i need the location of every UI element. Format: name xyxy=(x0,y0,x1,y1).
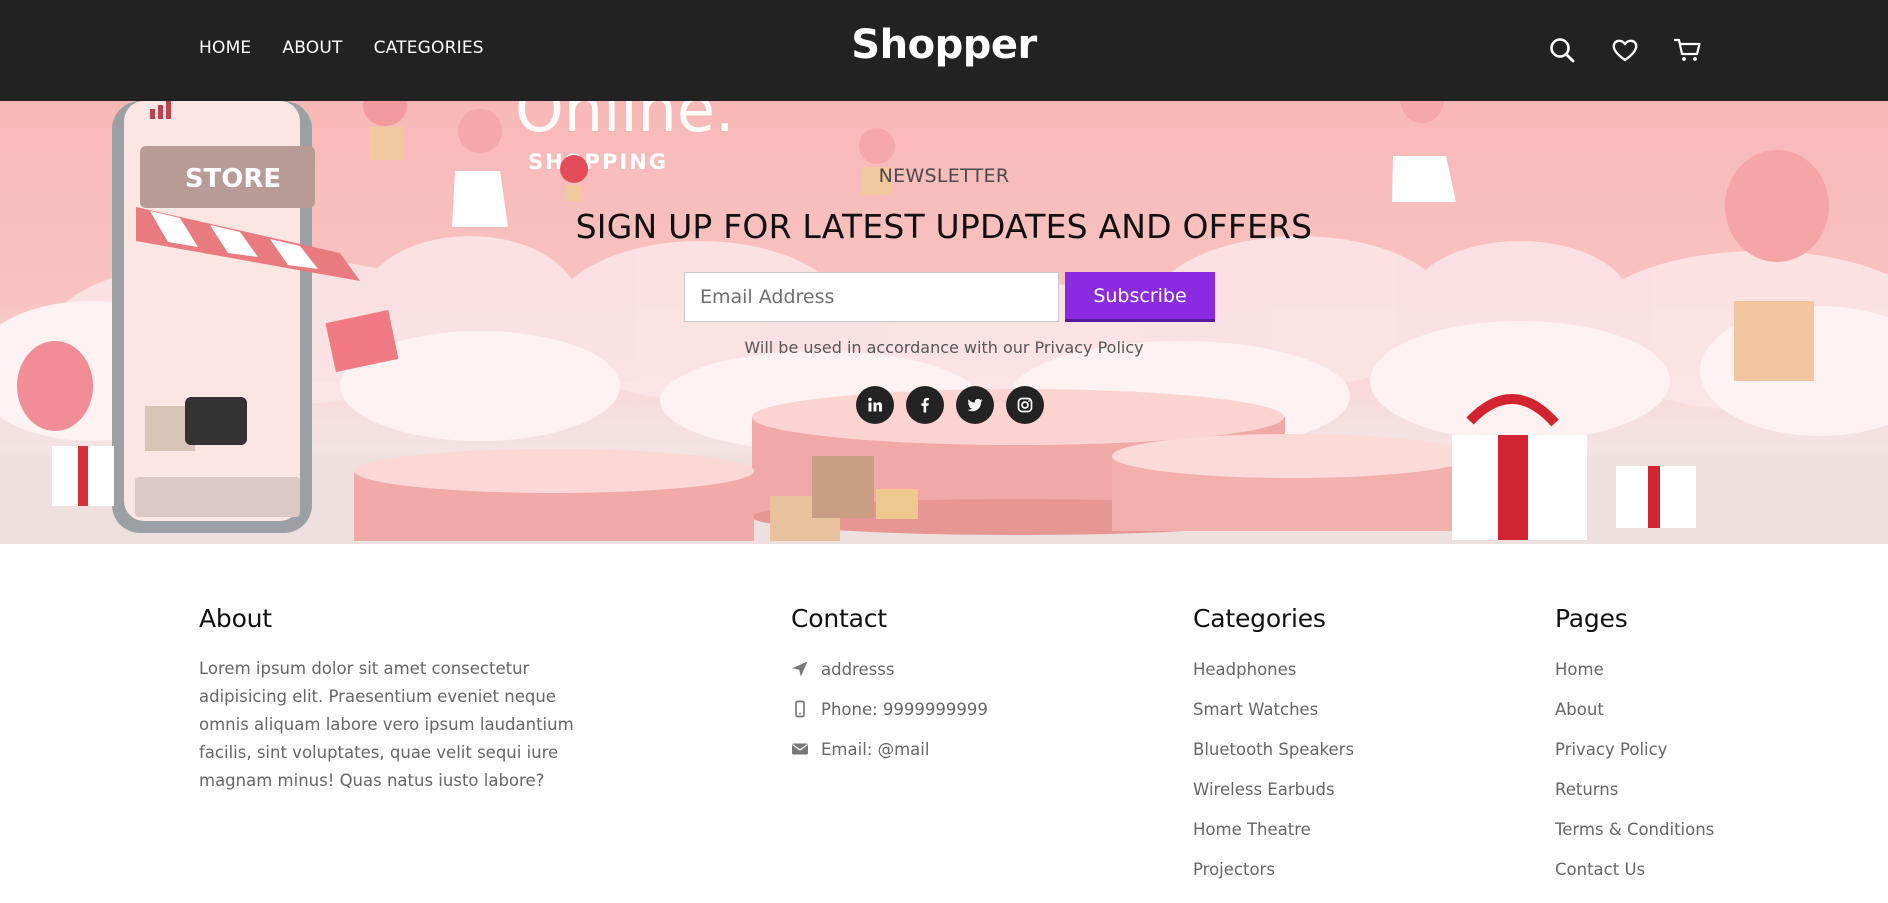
nav-categories-link[interactable]: CATEGORIES xyxy=(374,38,484,58)
nav-home-link[interactable]: HOME xyxy=(199,38,251,58)
email-input[interactable] xyxy=(684,272,1059,322)
footer-categories-title: Categories xyxy=(1193,604,1326,633)
heart-icon[interactable] xyxy=(1610,35,1640,65)
footer-categories: Categories Headphones Smart Watches Blue… xyxy=(1193,604,1443,895)
footer-contact: Contact addresss Phone: 9999999999 Email… xyxy=(791,604,1091,775)
list-item: Home xyxy=(1555,649,1805,689)
contact-email: Email: @mail xyxy=(821,739,930,759)
nav-about-link[interactable]: ABOUT xyxy=(282,38,342,58)
twitter-icon[interactable] xyxy=(956,386,994,424)
page-link-contact-us[interactable]: Contact Us xyxy=(1555,860,1645,879)
footer-contact-title: Contact xyxy=(791,604,887,633)
list-item: Smart Watches xyxy=(1193,689,1443,729)
list-item: Wireless Earbuds xyxy=(1193,769,1443,809)
site-footer: About Lorem ipsum dolor sit amet consect… xyxy=(0,544,1888,903)
social-links xyxy=(856,386,1044,424)
list-item: Returns xyxy=(1555,769,1805,809)
footer-about-text: Lorem ipsum dolor sit amet consectetur a… xyxy=(199,659,574,790)
list-item: Terms & Conditions xyxy=(1555,809,1805,849)
contact-phone: Phone: 9999999999 xyxy=(821,699,988,719)
privacy-note: Will be used in accordance with our Priv… xyxy=(744,338,1144,357)
footer-about: About Lorem ipsum dolor sit amet consect… xyxy=(199,604,579,795)
contact-address: addresss xyxy=(821,659,895,679)
list-item: Bluetooth Speakers xyxy=(1193,729,1443,769)
newsletter-eyebrow: NEWSLETTER xyxy=(878,165,1010,187)
mobile-phone-icon xyxy=(791,700,809,718)
newsletter-form: Subscribe xyxy=(684,272,1215,322)
linkedin-icon[interactable] xyxy=(856,386,894,424)
contact-address-row: addresss xyxy=(791,649,1091,689)
contact-phone-row: Phone: 9999999999 xyxy=(791,689,1091,729)
header-actions xyxy=(1547,35,1703,65)
footer-pages-title: Pages xyxy=(1555,604,1628,633)
contact-email-row: Email: @mail xyxy=(791,729,1091,769)
category-link-home-theatre[interactable]: Home Theatre xyxy=(1193,820,1311,839)
main-nav: HOME ABOUT CATEGORIES xyxy=(199,38,484,58)
list-item: Home Theatre xyxy=(1193,809,1443,849)
category-link-smart-watches[interactable]: Smart Watches xyxy=(1193,700,1318,719)
page-link-home[interactable]: Home xyxy=(1555,660,1604,679)
location-arrow-icon xyxy=(791,660,809,678)
footer-about-title: About xyxy=(199,604,272,633)
instagram-icon[interactable] xyxy=(1006,386,1044,424)
envelope-icon xyxy=(791,740,809,758)
list-item: Privacy Policy xyxy=(1555,729,1805,769)
list-item: About xyxy=(1555,689,1805,729)
newsletter-section: NEWSLETTER SIGN UP FOR LATEST UPDATES AN… xyxy=(0,101,1888,544)
newsletter-title: SIGN UP FOR LATEST UPDATES AND OFFERS xyxy=(575,207,1313,246)
pages-list: Home About Privacy Policy Returns Terms … xyxy=(1555,649,1805,889)
page-link-returns[interactable]: Returns xyxy=(1555,780,1618,799)
list-item: Headphones xyxy=(1193,649,1443,689)
categories-list: Headphones Smart Watches Bluetooth Speak… xyxy=(1193,649,1443,889)
cart-icon[interactable] xyxy=(1673,35,1703,65)
list-item: Contact Us xyxy=(1555,849,1805,889)
category-link-bluetooth-speakers[interactable]: Bluetooth Speakers xyxy=(1193,740,1354,759)
newsletter-hero: STORE Online. SHOPPING NEWSLETTER SIGN U… xyxy=(0,101,1888,544)
page-link-terms[interactable]: Terms & Conditions xyxy=(1555,820,1714,839)
page-link-about[interactable]: About xyxy=(1555,700,1604,719)
list-item: Projectors xyxy=(1193,849,1443,889)
subscribe-button[interactable]: Subscribe xyxy=(1065,272,1215,322)
facebook-icon[interactable] xyxy=(906,386,944,424)
search-icon[interactable] xyxy=(1547,35,1577,65)
footer-pages: Pages Home About Privacy Policy Returns … xyxy=(1555,604,1805,895)
page-link-privacy-policy[interactable]: Privacy Policy xyxy=(1555,740,1667,759)
site-header: HOME ABOUT CATEGORIES Shopper xyxy=(0,0,1888,101)
category-link-wireless-earbuds[interactable]: Wireless Earbuds xyxy=(1193,780,1335,799)
category-link-headphones[interactable]: Headphones xyxy=(1193,660,1296,679)
category-link-projectors[interactable]: Projectors xyxy=(1193,860,1275,879)
